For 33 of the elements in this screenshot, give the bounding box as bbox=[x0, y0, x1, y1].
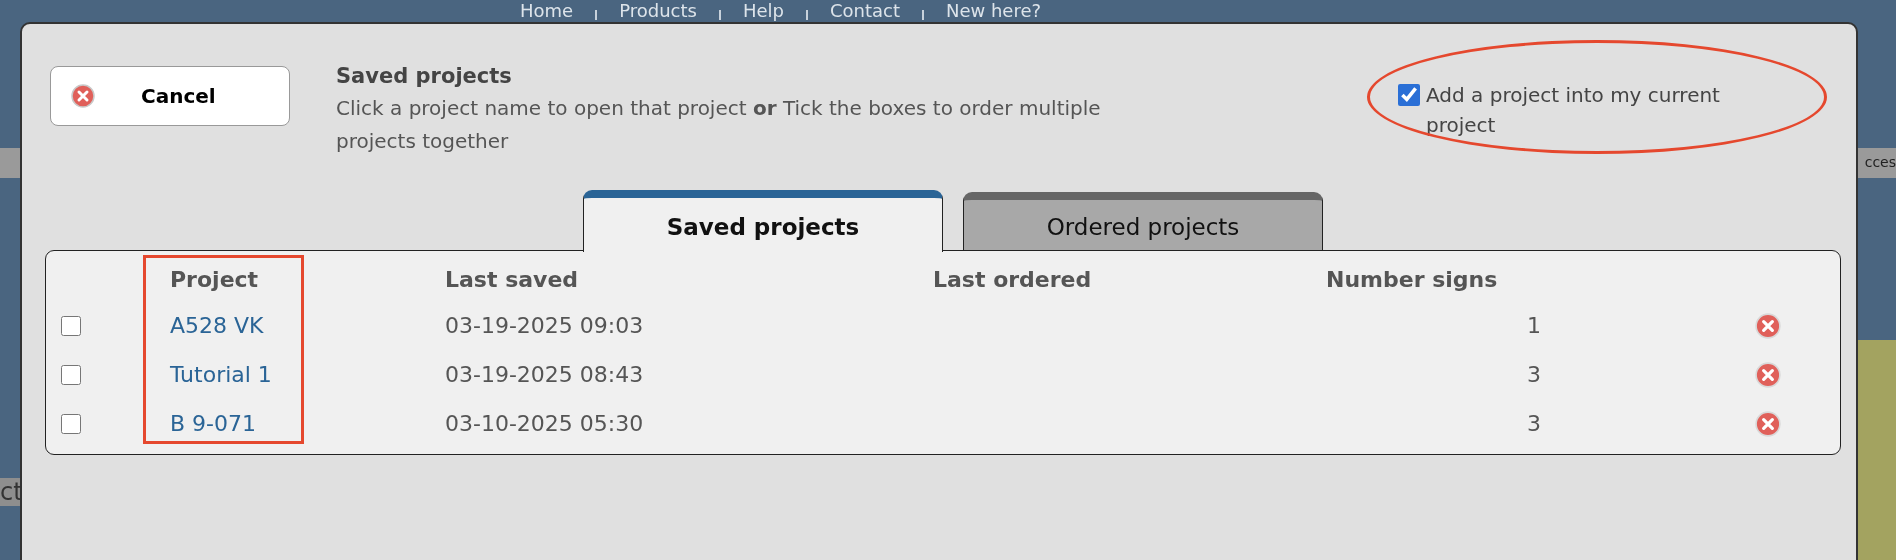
project-link[interactable]: B 9-071 bbox=[170, 411, 256, 436]
table-cell: 3 bbox=[1527, 411, 1541, 436]
delete-icon[interactable] bbox=[1755, 361, 1781, 388]
table-cell: 3 bbox=[1527, 362, 1541, 387]
column-header: Project bbox=[170, 266, 260, 292]
nav-link[interactable]: Products bbox=[619, 1, 697, 21]
delete-icon[interactable] bbox=[1755, 312, 1781, 339]
table-cell: 03-19-2025 09:03 bbox=[445, 313, 644, 338]
table-cell: 03-19-2025 08:43 bbox=[445, 362, 644, 387]
column-header: Number signs bbox=[1326, 266, 1499, 292]
tab[interactable]: Saved projects bbox=[583, 190, 943, 252]
close-icon bbox=[71, 84, 95, 108]
project-link[interactable]: A528 VK bbox=[170, 313, 264, 338]
tab[interactable]: Ordered projects bbox=[963, 192, 1323, 250]
cancel-button[interactable]: Cancel bbox=[50, 66, 290, 126]
dialog-description: Click a project name to open that project or Tick the boxes to order multiple projects together bbox=[336, 95, 1102, 155]
dialog-title: Saved projects bbox=[336, 64, 513, 88]
delete-icon[interactable] bbox=[1755, 410, 1781, 437]
checkbox[interactable] bbox=[1398, 84, 1420, 106]
checkbox-label: Add a project into my current project bbox=[1426, 82, 1721, 139]
nav-link[interactable]: New here? bbox=[945, 1, 1042, 21]
background-text: cces bbox=[1864, 154, 1896, 170]
table-cell: 03-10-2025 05:30 bbox=[445, 411, 644, 436]
column-header: Last saved bbox=[445, 266, 580, 292]
checkbox[interactable] bbox=[61, 364, 81, 385]
nav-link[interactable]: Contact bbox=[829, 1, 900, 21]
nav-link[interactable]: Help bbox=[742, 1, 784, 21]
nav-link[interactable]: Home bbox=[520, 1, 574, 21]
table-cell: 1 bbox=[1527, 313, 1541, 338]
project-link[interactable]: Tutorial 1 bbox=[170, 362, 272, 387]
checkbox[interactable] bbox=[61, 413, 81, 434]
column-header: Last ordered bbox=[933, 266, 1093, 292]
checkbox[interactable] bbox=[61, 315, 81, 336]
